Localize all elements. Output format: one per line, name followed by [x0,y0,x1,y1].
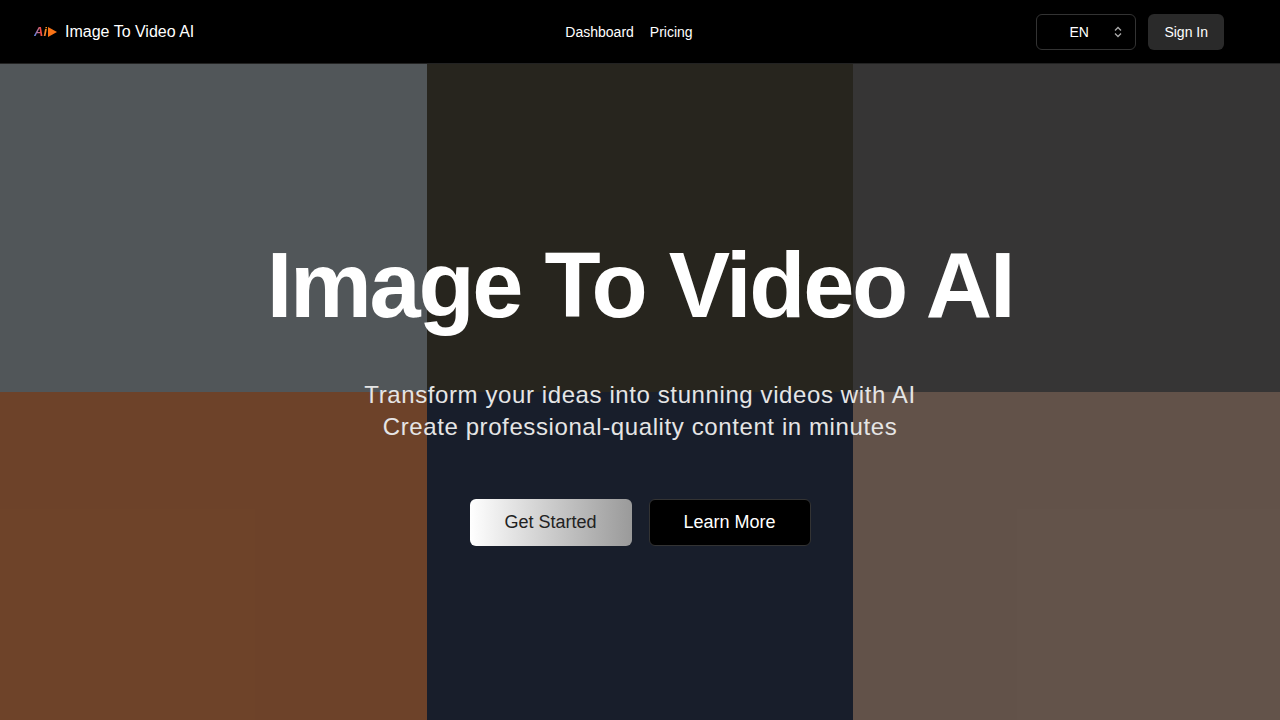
get-started-button[interactable]: Get Started [470,499,632,546]
hero-title: Image To Video AI [267,239,1013,331]
page: Ai Image To Video AI Dashboard Pricing EN Sig… [0,0,1280,720]
nav-link[interactable]: Dashboard [565,22,634,42]
header: Ai Image To Video AI Dashboard Pricing EN Sig… [0,0,1280,64]
hero-buttons: Get Started Learn More [470,499,811,546]
brand[interactable]: Ai Image To Video AI [34,20,194,44]
subtitle-line: Transform your ideas into stunning video… [364,379,915,411]
header-actions: EN Sign In [1036,14,1224,50]
language-value: EN [1069,22,1088,42]
learn-more-button[interactable]: Learn More [649,499,811,546]
sign-in-button[interactable]: Sign In [1148,14,1224,50]
language-select[interactable]: EN [1036,14,1136,50]
nav-link[interactable]: Pricing [650,22,693,42]
chevrons-up-down-icon [1113,26,1123,38]
hero: Image To Video AI Transform your ideas in… [0,64,1280,720]
logo: Ai [34,22,57,42]
hero-content: Image To Video AI Transform your ideas in… [0,64,1280,720]
subtitle-line: Create professional-quality content in m… [383,411,898,443]
nav: Dashboard Pricing [565,22,692,42]
play-icon [48,27,57,37]
brand-name: Image To Video AI [65,20,194,44]
hero-subtitle: Transform your ideas into stunning video… [364,379,915,443]
